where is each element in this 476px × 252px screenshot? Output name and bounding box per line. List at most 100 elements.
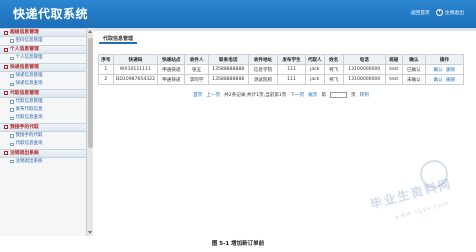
folder-icon	[4, 125, 8, 130]
sidebar-item-taken-query[interactable]: 代取信息查询	[0, 140, 86, 148]
main-top-bar	[93, 28, 476, 31]
sidebar-group-title[interactable]: 代取信息管理	[0, 88, 86, 98]
table-cell: 申通快递	[157, 64, 186, 75]
pagination: 首页 上一页 共2条记录,共计1页,当前第1页 下一页 尾页 第 页 转到	[98, 90, 464, 100]
page-icon	[10, 74, 14, 78]
table-cell: test	[384, 64, 403, 75]
confirm-link[interactable]: 确认	[434, 68, 443, 73]
sidebar-group-title[interactable]: 快递信息管理	[0, 62, 86, 72]
sidebar-group-logout: 注销退出系统 注销退出系统	[0, 148, 86, 166]
sidebar-item-logout[interactable]: 注销退出系统	[0, 158, 86, 166]
sidebar-item-label: 个人信息管理	[15, 55, 43, 61]
confirm-link[interactable]: 确认	[434, 78, 443, 83]
home-link-label: 返回首页	[410, 11, 430, 16]
sidebar-item-express-manage[interactable]: 快递信息管理	[0, 72, 86, 80]
next-page-link[interactable]: 下一页	[290, 92, 304, 98]
pickup-table: 序号 快递码 快递站点 收件人 联系电话 收件地址 发布学生 代取人 姓名 电话…	[98, 54, 465, 85]
sidebar-item-label: 注销退出系统	[15, 158, 43, 164]
table-cell: jack	[304, 74, 325, 85]
app-title: 快递代取系统	[13, 7, 89, 21]
home-link[interactable]: 返回首页	[411, 9, 430, 16]
actions-cell: 确认 删除	[424, 74, 465, 85]
sidebar-group-label: 代取信息管理	[10, 90, 39, 96]
column-header: 收件地址	[247, 54, 279, 65]
sidebar-group-express: 快递信息管理 快递信息管理 快递信息查询	[0, 62, 86, 89]
delete-link[interactable]: 删除	[446, 68, 455, 73]
goto-prefix: 第	[321, 93, 327, 98]
column-header: 操作	[424, 54, 465, 65]
table-cell: 柯飞	[323, 74, 344, 85]
sidebar-scrollbar[interactable]	[86, 28, 93, 236]
last-page-link[interactable]: 尾页	[308, 92, 317, 98]
sidebar-group-label: 注销退出系统	[10, 150, 39, 156]
table-row: 1 WX10111111 申通快递 张五 13588888888 信息学院 11…	[98, 64, 465, 75]
page-icon	[10, 56, 14, 61]
scroll-down-arrow-icon[interactable]	[88, 231, 92, 234]
sidebar-item-taken[interactable]: 我接手的代取	[0, 132, 86, 140]
sidebar-item-personal[interactable]: 个人信息管理	[0, 54, 86, 62]
scroll-up-arrow-icon[interactable]	[88, 30, 92, 33]
sidebar-group-label: 我接手的代取	[10, 124, 39, 130]
page-icon	[10, 159, 14, 164]
sidebar-item-pickup-manage[interactable]: 代取信息管理	[0, 98, 86, 106]
main-content: 代取信息管理 序号 快递码 快递站点 收件人 联系电话 收件地址 发布学生 代取…	[93, 28, 476, 236]
sidebar-item-pickup-publish[interactable]: 发布代取信息	[0, 106, 86, 114]
sidebar-item-label: 代取信息查询	[15, 141, 43, 147]
column-header: 快递码	[112, 54, 159, 65]
table-header-row: 序号 快递码 快递站点 收件人 联系电话 收件地址 发布学生 代取人 姓名 电话…	[98, 54, 465, 65]
table-cell: 申通快递	[157, 74, 186, 85]
actions-cell: 确认 删除	[424, 64, 465, 75]
table-cell: 111	[277, 74, 306, 85]
sidebar-item-password[interactable]: 密码信息管理	[0, 37, 86, 45]
delete-link[interactable]: 删除	[446, 78, 455, 83]
page-number-input[interactable]	[330, 92, 348, 98]
sidebar-group-taken: 我接手的代取 我接手的代取 代取信息查询	[0, 122, 86, 149]
app-header: 快递代取系统 返回首页 注销退出	[0, 0, 476, 28]
goto-button[interactable]: 转到	[360, 92, 369, 98]
column-header: 联系电话	[207, 54, 249, 65]
table-cell: WX10111111	[112, 64, 159, 75]
sidebar-group-title[interactable]: 超级信息管理	[0, 28, 86, 37]
sidebar-item-label: 代取信息管理	[15, 98, 43, 104]
page-icon	[10, 39, 14, 43]
folder-icon	[4, 47, 8, 52]
tab-pickup-manage[interactable]: 代取信息管理	[99, 34, 138, 44]
table-cell: 柯飞	[323, 64, 344, 75]
figure-caption: 图 5-1 增加新订单前	[211, 241, 265, 247]
table-cell: 测试院校	[247, 74, 279, 85]
table-cell: jack	[304, 64, 325, 75]
folder-icon	[4, 151, 8, 156]
page-icon	[10, 100, 14, 104]
sidebar-group-title[interactable]: 注销退出系统	[0, 148, 86, 158]
prev-page-link[interactable]: 上一页	[206, 92, 220, 98]
table-cell: 张五	[184, 64, 209, 75]
column-header: 代取人	[304, 54, 325, 65]
sidebar-group-title[interactable]: 个人信息管理	[0, 45, 86, 55]
table-cell: 信息学院	[247, 64, 279, 75]
column-header: 快递站点	[157, 54, 186, 65]
column-header: 序号	[98, 54, 114, 65]
sidebar-group-pickup: 代取信息管理 代取信息管理 发布代取信息 代取信息查询	[0, 88, 86, 123]
sidebar-item-label: 发布代取信息	[15, 106, 43, 112]
watermark: 毕业生资料网 www.sbvv.com	[348, 160, 468, 228]
header-links: 返回首页 注销退出	[411, 9, 464, 16]
logout-link[interactable]: 注销退出	[435, 9, 464, 16]
table-cell: 1	[98, 64, 114, 75]
sidebar-item-pickup-query[interactable]: 代取信息查询	[0, 114, 86, 122]
pager-info: 共2条记录,共计1页,当前第1页	[224, 93, 287, 98]
column-header: 收件人	[184, 54, 209, 65]
page-icon	[10, 142, 14, 147]
sidebar-item-express-query[interactable]: 快递信息查询	[0, 80, 86, 88]
sidebar-item-label: 密码信息管理	[15, 38, 43, 43]
table-cell: test	[384, 74, 403, 85]
sidebar-group-title[interactable]: 我接手的代取	[0, 122, 86, 132]
first-page-link[interactable]: 首页	[193, 92, 202, 98]
table-cell: 13100000000	[342, 74, 386, 85]
sidebar-group-label: 快递信息管理	[10, 64, 39, 70]
sidebar-item-label: 代取信息查询	[15, 115, 43, 121]
folder-icon	[4, 30, 8, 35]
column-header: 发布学生	[277, 54, 306, 65]
table-cell: 已确认	[401, 64, 426, 75]
sidebar-group-admin: 超级信息管理 密码信息管理	[0, 28, 86, 45]
folder-icon	[4, 91, 8, 96]
